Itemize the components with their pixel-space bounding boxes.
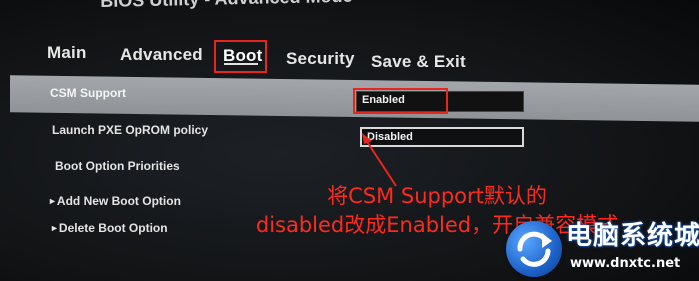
add-new-boot-option-item[interactable]: ►Add New Boot Option <box>48 194 181 208</box>
refresh-arrow-icon <box>506 221 562 277</box>
csm-value-red-box <box>353 88 448 114</box>
annotation-line-1: 将CSM Support默认的 <box>327 184 547 208</box>
bios-screen: BIOS Utility - Advanced Mode Main Advanc… <box>0 0 699 281</box>
delete-boot-option-label: Delete Boot Option <box>58 221 168 235</box>
watermark: 电脑系统城 www.dnxtc.net <box>506 205 699 281</box>
tab-main[interactable]: Main <box>47 43 87 63</box>
watermark-title: 电脑系统城 <box>566 221 699 251</box>
launch-pxe-value[interactable]: Disabled <box>360 127 524 147</box>
add-new-boot-option-label: Add New Boot Option <box>56 194 181 208</box>
launch-pxe-label[interactable]: Launch PXE OpROM policy <box>52 123 208 137</box>
submenu-arrow-icon: ► <box>48 196 57 206</box>
watermark-url: www.dnxtc.net <box>570 256 681 271</box>
delete-boot-option-item[interactable]: ►Delete Boot Option <box>50 221 168 235</box>
tab-advanced[interactable]: Advanced <box>120 45 203 65</box>
boot-tab-red-box <box>214 40 267 73</box>
tab-save-exit[interactable]: Save & Exit <box>371 52 466 72</box>
submenu-arrow-icon: ► <box>50 223 59 233</box>
tab-bar: Main Advanced Boot Security Save & Exit <box>0 0 699 80</box>
csm-support-label[interactable]: CSM Support <box>50 86 126 100</box>
tab-security[interactable]: Security <box>286 49 355 69</box>
boot-option-priorities-label: Boot Option Priorities <box>55 159 180 173</box>
